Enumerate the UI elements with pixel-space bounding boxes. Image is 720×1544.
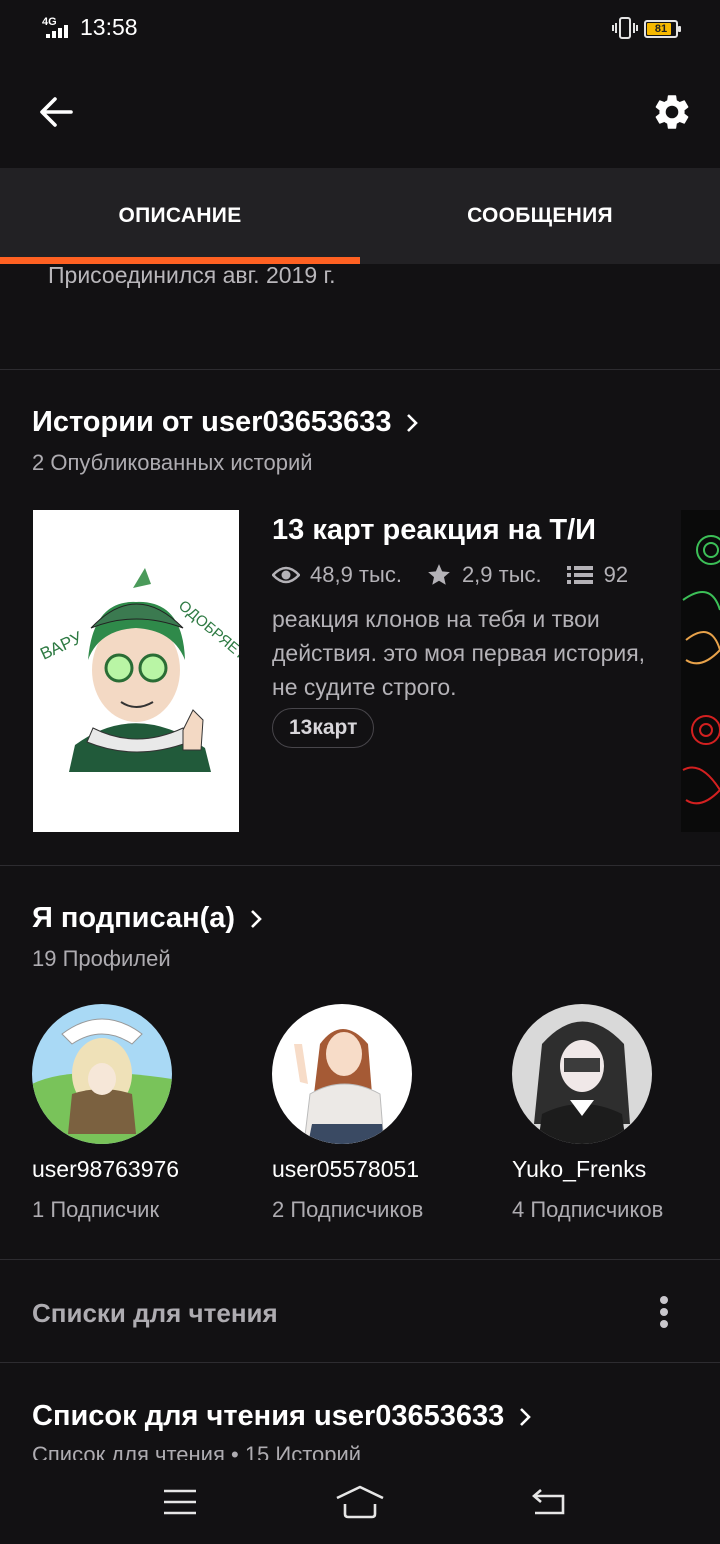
- avatar[interactable]: [272, 1004, 412, 1144]
- joined-date: Присоединился авг. 2019 г.: [48, 262, 336, 288]
- views-count: 48,9 тыс.: [310, 562, 402, 587]
- profile-name[interactable]: user05578051: [272, 1156, 472, 1183]
- profile-card[interactable]: user98763976 1 Подписчик: [32, 1004, 232, 1223]
- votes-count: 2,9 тыс.: [461, 562, 542, 587]
- more-vertical-icon: [660, 1296, 668, 1328]
- following-count: 19 Профилей: [32, 946, 171, 971]
- menu-icon: [164, 1489, 196, 1515]
- story-cover-image: ВАРУ ОДОБРЯЕТ: [33, 510, 239, 832]
- reading-lists-label: Списки для чтения: [32, 1298, 278, 1328]
- views-stat: 48,9 тыс.: [272, 562, 402, 588]
- reading-list-title: Список для чтения user03653633: [32, 1400, 505, 1432]
- stories-header[interactable]: Истории от user03653633: [32, 406, 419, 439]
- profile-followers: 2 Подписчиков: [272, 1197, 424, 1222]
- chevron-right-icon: [405, 412, 419, 434]
- divider: [0, 369, 720, 370]
- system-nav-bar: [0, 1460, 720, 1544]
- menu-button[interactable]: [150, 1476, 210, 1528]
- profile-name[interactable]: user98763976: [32, 1156, 232, 1183]
- back-nav-button[interactable]: [518, 1476, 578, 1528]
- story-stats: 48,9 тыс. 2,9 тыс. 92: [272, 562, 652, 588]
- status-bar: 4G 13:58 81: [0, 0, 720, 56]
- stories-title: Истории от user03653633: [32, 406, 392, 438]
- divider: [0, 865, 720, 866]
- tab-messages[interactable]: СООБЩЕНИЯ: [360, 168, 720, 264]
- story-cover[interactable]: ВАРУ ОДОБРЯЕТ: [33, 510, 239, 832]
- following-header[interactable]: Я подписан(а): [32, 902, 263, 935]
- app-bar: [0, 56, 720, 168]
- profile-card[interactable]: user05578051 2 Подписчиков: [272, 1004, 472, 1223]
- signal-icon: [46, 22, 74, 38]
- stories-count: 2 Опубликованных историй: [32, 450, 313, 475]
- next-story-cover[interactable]: [681, 510, 720, 832]
- eye-icon: [272, 566, 300, 584]
- avatar[interactable]: [32, 1004, 172, 1144]
- star-icon: [428, 564, 450, 585]
- divider: [0, 1362, 720, 1363]
- gear-icon: [655, 95, 689, 129]
- chevron-right-icon: [249, 908, 263, 930]
- home-button[interactable]: [330, 1476, 390, 1528]
- tab-description[interactable]: ОПИСАНИЕ: [0, 168, 360, 264]
- return-icon: [532, 1489, 565, 1515]
- story-tag[interactable]: 13карт: [272, 708, 375, 748]
- reading-lists-row: Списки для чтения: [0, 1262, 720, 1362]
- battery-level: 81: [654, 23, 668, 35]
- home-icon: [336, 1485, 384, 1519]
- clock: 13:58: [80, 14, 138, 40]
- parts-count: 92: [603, 562, 629, 587]
- divider: [0, 1259, 720, 1260]
- profile-followers: 1 Подписчик: [32, 1197, 160, 1222]
- avatar[interactable]: [512, 1004, 652, 1144]
- reading-list-header[interactable]: Список для чтения user03653633: [32, 1400, 532, 1433]
- next-story-cover-image: [682, 535, 720, 805]
- list-icon: [566, 566, 593, 584]
- back-button[interactable]: [28, 84, 84, 140]
- votes-stat: 2,9 тыс.: [426, 562, 542, 588]
- chevron-right-icon: [518, 1406, 532, 1428]
- more-options-button[interactable]: [644, 1288, 684, 1336]
- story-description: реакция клонов на тебя и твои действия. …: [272, 606, 646, 700]
- parts-stat: 92: [566, 562, 628, 588]
- profile-tabs: ОПИСАНИЕ СООБЩЕНИЯ: [0, 168, 720, 264]
- profile-name[interactable]: Yuko_Frenks: [512, 1156, 712, 1183]
- vibrate-icon: [612, 17, 638, 39]
- story-title[interactable]: 13 карт реакция на Т/И: [272, 514, 596, 547]
- arrow-left-icon: [40, 97, 73, 127]
- profile-followers: 4 Подписчиков: [512, 1197, 664, 1222]
- settings-button[interactable]: [644, 84, 700, 140]
- battery-icon: 81: [644, 20, 681, 38]
- following-title: Я подписан(а): [32, 902, 236, 934]
- profile-card[interactable]: Yuko_Frenks 4 Подписчиков: [512, 1004, 712, 1223]
